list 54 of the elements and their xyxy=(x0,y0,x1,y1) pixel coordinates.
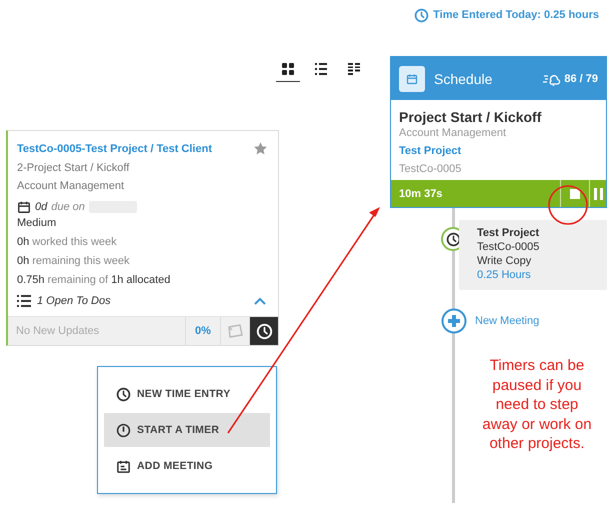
annotation-circle xyxy=(548,185,588,225)
hours-description: worked this week xyxy=(32,236,117,248)
hours-total: 1h allocated xyxy=(111,274,170,286)
priority-text: Medium xyxy=(16,216,58,229)
temperature-text: 86 / 79 xyxy=(564,72,598,84)
add-icon[interactable] xyxy=(441,308,467,334)
annotation-text: Timers can be paused if you need to step away or work on other projects. xyxy=(481,356,593,454)
due-label: due on xyxy=(51,201,85,213)
clock-icon xyxy=(256,322,272,340)
hours-value: 0h xyxy=(17,236,30,248)
progress-text: 0% xyxy=(185,317,220,345)
calendar-icon xyxy=(17,200,31,214)
caret-icon[interactable] xyxy=(254,297,266,305)
calendar-button[interactable] xyxy=(399,66,425,92)
entry-text: TestCo-0005 xyxy=(477,241,540,253)
note-icon xyxy=(227,324,243,338)
timer-icon xyxy=(116,422,131,438)
phase-text: 2-Project Start / Kickoff xyxy=(16,161,130,174)
hours-value: 0h xyxy=(17,255,30,267)
stop-icon xyxy=(570,188,580,198)
entry-text: Write Copy xyxy=(477,255,532,267)
grid-view-tab[interactable] xyxy=(276,61,300,82)
star-icon[interactable] xyxy=(253,141,268,156)
calendar-icon xyxy=(116,458,131,474)
grid-icon xyxy=(282,63,294,75)
clock-icon xyxy=(446,232,460,246)
pause-button[interactable] xyxy=(589,180,606,207)
project-link[interactable]: Test Project xyxy=(399,145,598,157)
project-code: TestCo-0005 xyxy=(399,163,462,175)
hours-description: remaining of xyxy=(48,274,108,286)
pause-icon xyxy=(594,188,602,200)
list-icon xyxy=(315,63,327,75)
hours-description: remaining this week xyxy=(32,255,130,267)
entry-title: Test Project xyxy=(477,227,540,239)
timer-text: 10m 37s xyxy=(398,188,442,200)
department-text: Account Management xyxy=(16,179,126,192)
time-entry-card[interactable]: Test Project TestCo-0005 Write Copy 0.25 Hours xyxy=(459,220,607,290)
task-title: Project Start / Kickoff xyxy=(399,109,542,125)
due-days: 0d xyxy=(35,201,48,213)
columns-icon xyxy=(348,63,360,75)
calendar-icon xyxy=(406,72,418,84)
hours-value: 0.75h xyxy=(17,274,45,286)
department-text: Account Management xyxy=(399,127,508,139)
updates-text: No New Updates xyxy=(15,324,100,339)
menu-item[interactable]: ADD MEETING xyxy=(104,449,270,483)
menu-item[interactable]: NEW TIME ENTRY xyxy=(104,377,270,411)
project-title-link[interactable]: TestCo-0005-Test Project / Test Client xyxy=(17,142,212,154)
todo-link[interactable]: 1 Open To Dos xyxy=(37,295,248,307)
menu-item[interactable]: START A TIMER xyxy=(104,413,270,447)
clock-icon xyxy=(414,8,430,22)
time-menu-button[interactable] xyxy=(249,317,278,345)
list-icon xyxy=(17,295,31,307)
schedule-title: Schedule xyxy=(434,70,494,86)
clock-icon xyxy=(116,386,131,402)
